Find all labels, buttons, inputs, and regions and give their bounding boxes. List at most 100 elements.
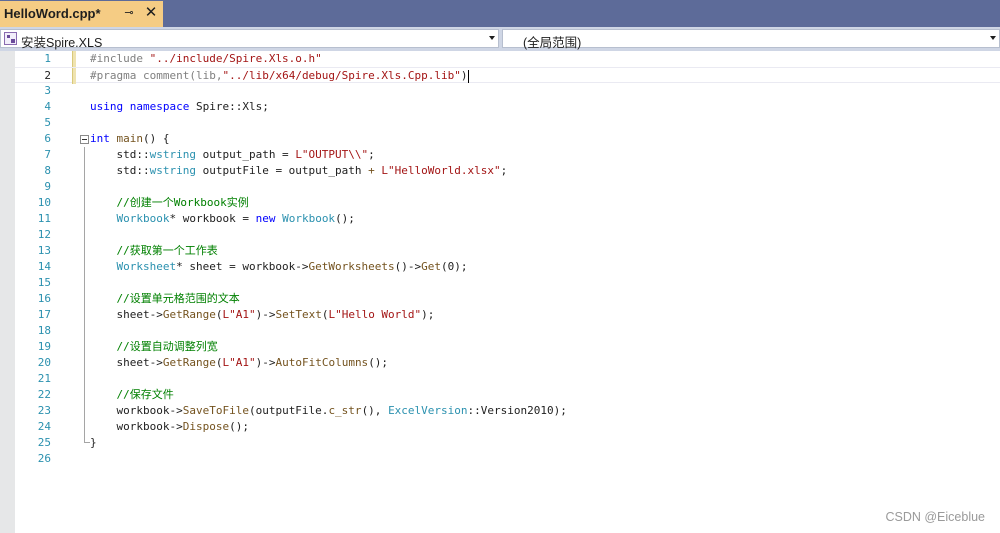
line-number: 2 — [44, 69, 51, 82]
code-line[interactable]: 23 workbook->SaveToFile(outputFile.c_str… — [15, 403, 1000, 419]
code-line[interactable]: 8 std::wstring outputFile = output_path … — [15, 163, 1000, 179]
code-text: sheet->GetRange(L"A1")->AutoFitColumns()… — [90, 355, 388, 371]
code-token: "../include/Spire.Xls.o.h" — [149, 52, 322, 65]
code-token: L"OUTPUT\\" — [295, 148, 369, 161]
line-number: 22 — [37, 388, 51, 401]
code-token: Workbook — [90, 212, 170, 225]
code-text: sheet->GetRange(L"A1")->SetText(L"Hello … — [90, 307, 434, 323]
code-line[interactable]: 14 Worksheet* sheet = workbook->GetWorks… — [15, 259, 1000, 275]
line-number: 23 — [37, 404, 51, 417]
code-line[interactable]: 10 //创建一个Workbook实例 — [15, 195, 1000, 211]
code-token: //获取第一个工作表 — [90, 244, 218, 257]
fold-guide — [84, 419, 85, 435]
line-number: 4 — [44, 100, 51, 113]
line-number: 14 — [37, 260, 51, 273]
code-token: () { — [143, 132, 170, 145]
code-line[interactable]: 9 — [15, 179, 1000, 195]
code-line[interactable]: 1 #include "../include/Spire.Xls.o.h" — [15, 51, 1000, 67]
fold-guide — [84, 355, 85, 371]
tab-title: HelloWord.cpp* — [4, 6, 101, 21]
pin-icon[interactable]: ⊸ — [122, 5, 136, 21]
code-text: int main() { — [90, 131, 170, 147]
code-line[interactable]: 7 std::wstring output_path = L"OUTPUT\\"… — [15, 147, 1000, 163]
line-number: 26 — [37, 452, 51, 465]
code-token: sheet-> — [90, 356, 163, 369]
code-line[interactable]: 20 sheet->GetRange(L"A1")->AutoFitColumn… — [15, 355, 1000, 371]
code-token: std:: — [90, 148, 150, 161]
line-number: 20 — [37, 356, 51, 369]
code-token: * sheet = workbook-> — [176, 260, 309, 273]
change-tracking-bar — [72, 68, 76, 84]
code-line[interactable]: 6 int main() { — [15, 131, 1000, 147]
fold-guide — [84, 339, 85, 355]
fold-guide — [84, 147, 85, 163]
fold-guide — [84, 403, 85, 419]
line-number: 12 — [37, 228, 51, 241]
line-number: 24 — [37, 420, 51, 433]
code-text: std::wstring outputFile = output_path + … — [90, 163, 507, 179]
fold-guide — [84, 227, 85, 243]
code-token: //设置单元格范围的文本 — [90, 292, 240, 305]
tab-helloword-cpp[interactable]: HelloWord.cpp* ⊸ ✕ — [0, 1, 163, 27]
code-text: #pragma comment(lib,"../lib/x64/debug/Sp… — [90, 68, 469, 84]
code-line[interactable]: 12 — [15, 227, 1000, 243]
close-icon[interactable]: ✕ — [143, 5, 159, 21]
navigation-bar: 安装Spire.XLS (全局范围) — [0, 27, 1000, 52]
code-line[interactable]: 19 //设置自动调整列宽 — [15, 339, 1000, 355]
code-line[interactable]: 2 #pragma comment(lib,"../lib/x64/debug/S… — [15, 67, 1000, 84]
code-line[interactable]: 24 workbook->Dispose(); — [15, 419, 1000, 435]
fold-guide — [84, 243, 85, 259]
code-token: //保存文件 — [90, 388, 174, 401]
code-line[interactable]: 13 //获取第一个工作表 — [15, 243, 1000, 259]
line-number: 6 — [44, 132, 51, 145]
fold-toggle-icon[interactable] — [80, 135, 89, 144]
line-number: 25 — [37, 436, 51, 449]
code-token: //创建一个Workbook实例 — [90, 196, 249, 209]
code-token: SetText — [275, 308, 322, 321]
code-line[interactable]: 3 — [15, 83, 1000, 99]
line-number: 8 — [44, 164, 51, 177]
code-line[interactable]: 25} — [15, 435, 1000, 451]
code-token: (), — [361, 404, 389, 417]
code-token: (); — [229, 420, 249, 433]
code-editor[interactable]: 1 #include "../include/Spire.Xls.o.h" 2 #pr… — [0, 51, 1000, 533]
line-number: 16 — [37, 292, 51, 305]
code-token: + — [368, 164, 375, 177]
code-line[interactable]: 18 — [15, 323, 1000, 339]
code-text: //保存文件 — [90, 387, 174, 403]
code-line[interactable]: 17 sheet->GetRange(L"A1")->SetText(L"Hel… — [15, 307, 1000, 323]
code-token: * workbook = — [169, 212, 256, 225]
code-line[interactable]: 21 — [15, 371, 1000, 387]
code-line[interactable]: 16 //设置单元格范围的文本 — [15, 291, 1000, 307]
global-scope-dropdown[interactable]: (全局范围) — [502, 29, 1000, 50]
fold-guide — [84, 211, 85, 227]
code-token: L"Hello World" — [328, 308, 422, 321]
code-token: (); — [368, 356, 389, 369]
chevron-down-icon[interactable] — [990, 36, 996, 40]
code-token: wstring — [149, 148, 196, 161]
line-number: 19 — [37, 340, 51, 353]
code-token: Workbook — [282, 212, 336, 225]
code-token: ); — [421, 308, 435, 321]
code-token: int — [90, 132, 117, 145]
code-token: workbook-> — [90, 420, 183, 433]
code-line[interactable]: 5 — [15, 115, 1000, 131]
line-number: 13 — [37, 244, 51, 257]
code-token: (0); — [441, 260, 468, 273]
code-token: c_str — [328, 404, 362, 417]
code-text: //设置自动调整列宽 — [90, 339, 217, 355]
code-token: #include — [90, 52, 150, 65]
code-token: sheet-> — [90, 308, 163, 321]
code-text: using namespace Spire::Xls; — [90, 99, 269, 115]
fold-guide — [84, 275, 85, 291]
code-line[interactable]: 26 — [15, 451, 1000, 467]
code-line[interactable]: 11 Workbook* workbook = new Workbook(); — [15, 211, 1000, 227]
project-scope-dropdown[interactable]: 安装Spire.XLS — [0, 29, 499, 50]
code-line[interactable]: 22 //保存文件 — [15, 387, 1000, 403]
code-token: Dispose — [182, 420, 230, 433]
code-line[interactable]: 4 using namespace Spire::Xls; — [15, 99, 1000, 115]
code-line[interactable]: 15 — [15, 275, 1000, 291]
line-number: 18 — [37, 324, 51, 337]
chevron-down-icon[interactable] — [489, 36, 495, 40]
fold-guide — [84, 307, 85, 323]
